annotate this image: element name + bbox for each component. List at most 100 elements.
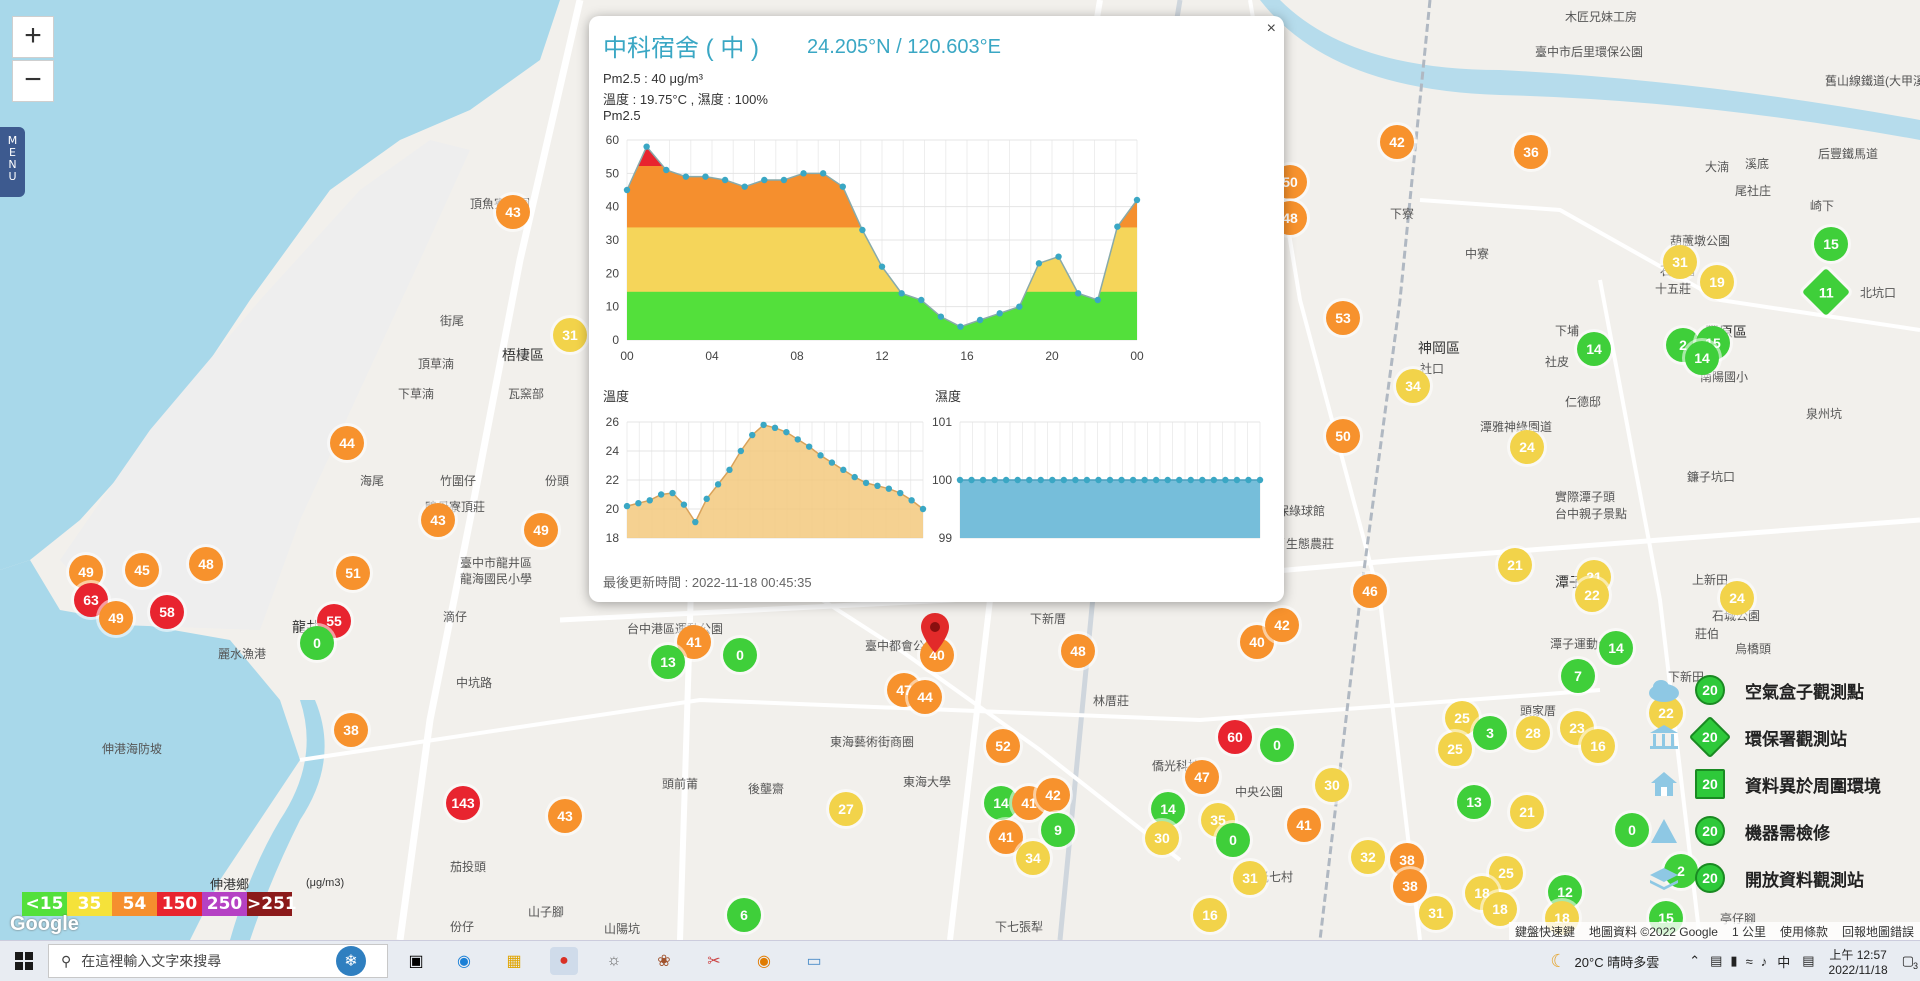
sensor-marker[interactable]: 60 [1218,720,1252,754]
sensor-marker[interactable]: 19 [1700,265,1734,299]
sensor-marker[interactable]: 44 [330,426,364,460]
sensor-marker[interactable]: 0 [1216,823,1250,857]
sensor-marker[interactable]: 31 [553,318,587,352]
app-scissors-icon[interactable]: ✂ [700,947,728,975]
sensor-marker[interactable]: 44 [908,680,942,714]
sensor-marker[interactable]: 42 [1380,125,1414,159]
sensor-marker[interactable]: 9 [1041,813,1075,847]
sensor-marker[interactable]: 34 [1016,841,1050,875]
sensor-marker[interactable]: 3 [1473,716,1507,750]
sensor-marker[interactable]: 14 [1577,332,1611,366]
sensor-marker[interactable]: 49 [99,601,133,635]
sensor-marker[interactable]: 21 [1498,548,1532,582]
sensor-marker[interactable]: 43 [421,503,455,537]
sensor-marker[interactable]: 49 [524,513,558,547]
sensor-marker-value: 31 [1428,905,1444,921]
map-scale[interactable]: 1 公里 [1732,923,1766,940]
windows-start-icon[interactable] [10,947,38,975]
sensor-marker[interactable]: 31 [1419,896,1453,930]
edge-browser-icon[interactable]: ◉ [450,947,478,975]
sensor-marker[interactable]: 27 [829,792,863,826]
sensor-marker[interactable]: 16 [1193,898,1227,932]
chart-data-point [957,323,964,330]
sensor-marker[interactable]: 15 [1814,227,1848,261]
task-view-icon[interactable]: ▣ [402,947,430,975]
search-highlight-icon[interactable]: ❄ [336,946,366,976]
sensor-marker[interactable]: 22 [1575,578,1609,612]
sensor-marker[interactable]: 18 [1483,892,1517,926]
sensor-marker[interactable]: 7 [1561,659,1595,693]
app-window-icon[interactable]: ▭ [800,947,828,975]
sensor-marker[interactable]: 25 [1438,732,1472,766]
sensor-marker[interactable]: 24 [1720,581,1754,615]
sensor-marker[interactable]: 48 [189,547,223,581]
sensor-marker[interactable]: 16 [1581,729,1615,763]
sensor-marker[interactable]: 42 [1265,608,1299,642]
sensor-marker[interactable]: 43 [548,799,582,833]
sensor-marker[interactable]: 51 [336,556,370,590]
sensor-marker[interactable]: 143 [446,786,480,820]
sensor-marker[interactable]: 0 [723,638,757,672]
sensor-marker[interactable]: 43 [496,195,530,229]
terms-link[interactable]: 使用條款 [1780,923,1828,940]
sensor-marker[interactable]: 45 [125,553,159,587]
file-explorer-icon[interactable]: ▦ [500,947,528,975]
sensor-marker[interactable]: 50 [1326,419,1360,453]
sensor-marker[interactable]: 13 [1457,785,1491,819]
map-canvas[interactable]: 頂魚寮公園梧棲區頂草湳下草湳瓦窯部街尾海尾竹圍仔鴨母寮頂莊份頭臺中市龍井區龍海國… [0,0,1920,940]
sensor-marker[interactable]: 38 [1393,869,1427,903]
weather-icon[interactable]: ☾ [1550,951,1566,972]
zoom-in-button[interactable]: + [12,16,54,58]
blender-app-icon[interactable]: ◉ [750,947,778,975]
sensor-marker[interactable]: 14 [1685,341,1719,375]
sensor-marker[interactable]: 21 [1510,795,1544,829]
sensor-marker[interactable]: 38 [334,713,368,747]
volume-icon[interactable]: ♪ [1761,954,1768,969]
sensor-marker[interactable]: 58 [150,595,184,629]
notification-icon[interactable]: ▢ 3 [1902,953,1918,971]
sensor-marker[interactable]: 53 [1326,301,1360,335]
app-compass-icon[interactable]: ☼ [600,947,628,975]
wifi-icon[interactable]: ≈ [1746,954,1753,969]
sensor-marker[interactable]: 31 [1233,861,1267,895]
weather-text[interactable]: 20°C 晴時多雲 [1575,952,1660,971]
sensor-marker[interactable]: 42 [1036,778,1070,812]
battery-icon[interactable]: ▮ [1730,953,1737,969]
selected-location-pin-icon[interactable] [921,613,949,653]
app-bird-icon[interactable]: ❀ [650,947,678,975]
chrome-browser-icon[interactable]: ● [550,947,578,975]
sensor-marker[interactable]: 28 [1516,716,1550,750]
sensor-marker[interactable]: 0 [300,626,334,660]
sensor-marker[interactable]: 24 [1510,430,1544,464]
tray-chevron-icon[interactable]: ⌃ [1689,953,1700,969]
network-icon[interactable]: ▤ [1710,953,1722,969]
clock[interactable]: 上午 12:57 2022/11/18 [1829,946,1888,977]
sensor-marker[interactable]: 13 [651,645,685,679]
chart-data-point [737,447,745,455]
keyboard-shortcuts-link[interactable]: 鍵盤快速鍵 [1515,923,1575,940]
sensor-marker[interactable]: 6 [727,898,761,932]
sensor-marker[interactable]: 32 [1351,840,1385,874]
sensor-marker[interactable]: 52 [986,729,1020,763]
keyboard-layout-icon[interactable]: ▤ [1802,953,1814,969]
sensor-marker[interactable]: 30 [1145,821,1179,855]
sensor-marker[interactable]: 47 [1185,760,1219,794]
close-icon[interactable]: × [1267,20,1276,38]
chart-data-point [643,143,650,150]
sensor-marker[interactable]: 46 [1353,574,1387,608]
sensor-marker[interactable]: 14 [1599,631,1633,665]
sensor-marker[interactable]: 36 [1514,135,1548,169]
sensor-marker[interactable]: 48 [1061,634,1095,668]
sensor-marker[interactable]: 31 [1663,245,1697,279]
sensor-marker[interactable]: 0 [1260,728,1294,762]
report-error-link[interactable]: 回報地圖錯誤 [1842,923,1914,940]
menu-tab[interactable]: MENU [0,127,25,197]
zoom-out-button[interactable]: − [12,60,54,102]
sensor-marker[interactable]: 34 [1396,369,1430,403]
sensor-marker[interactable]: 41 [1287,808,1321,842]
place-label: 後壟齋 [748,782,785,796]
ime-indicator[interactable]: 中 [1777,952,1790,971]
place-label: 東海藝術街商圈 [830,735,915,749]
sensor-marker[interactable]: 0 [1615,813,1649,847]
sensor-marker[interactable]: 30 [1315,768,1349,802]
